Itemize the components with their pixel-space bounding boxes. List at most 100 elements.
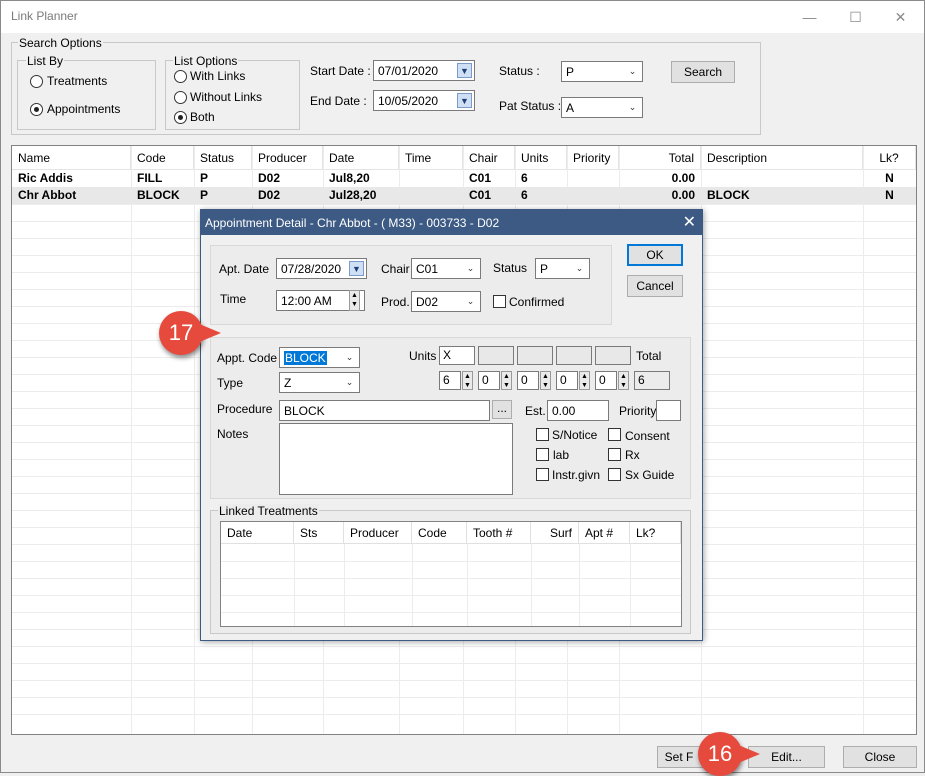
- s-notice-checkbox[interactable]: [536, 428, 549, 441]
- row-chair: C01: [469, 171, 492, 185]
- apt-date-picker[interactable]: 07/28/2020 ▼: [276, 258, 367, 279]
- start-date-label: Start Date :: [310, 64, 371, 78]
- table-row[interactable]: Ric Addis FILL P D02 Jul8,20 C01 6 0.00 …: [12, 170, 916, 187]
- sx-guide-checkbox[interactable]: [608, 468, 621, 481]
- units-stepper-4-arrows[interactable]: ▲ ▼: [579, 371, 590, 390]
- col-status[interactable]: Status: [194, 146, 252, 170]
- chevron-down-icon[interactable]: ▼: [457, 63, 472, 78]
- confirmed-checkbox[interactable]: [493, 295, 506, 308]
- chevron-down-icon[interactable]: ▼: [457, 93, 472, 108]
- both-radio[interactable]: [174, 111, 187, 124]
- units-stepper-3-arrows[interactable]: ▲ ▼: [540, 371, 551, 390]
- col-priority[interactable]: Priority: [567, 146, 619, 170]
- cancel-button[interactable]: Cancel: [627, 275, 683, 297]
- ok-button[interactable]: OK: [627, 244, 683, 266]
- col-code[interactable]: Code: [131, 146, 194, 170]
- row-producer: D02: [258, 171, 281, 185]
- close-icon[interactable]: ✕: [683, 212, 696, 232]
- without-links-radio[interactable]: [174, 91, 187, 104]
- col-lk[interactable]: Lk?: [863, 146, 916, 170]
- units-stepper-2-arrows[interactable]: ▲ ▼: [501, 371, 512, 390]
- type-select[interactable]: Z ⌄: [279, 372, 360, 393]
- table-row[interactable]: Chr Abbot BLOCK P D02 Jul28,20 C01 6 0.0…: [12, 187, 916, 204]
- link-planner-window: Link Planner — ☐ ✕ Search Options List B…: [0, 0, 925, 776]
- row-status: P: [200, 171, 209, 185]
- dialog-status-select[interactable]: P ⌄: [535, 258, 590, 279]
- rx-checkbox[interactable]: [608, 448, 621, 461]
- maximize-icon[interactable]: ☐: [833, 1, 878, 33]
- chevron-down-icon[interactable]: ⌄: [342, 350, 357, 365]
- chevron-down-icon[interactable]: ⌄: [625, 100, 640, 115]
- appt-code-select[interactable]: BLOCK ⌄: [279, 347, 360, 368]
- units-first-value: X: [443, 348, 452, 362]
- with-links-radio[interactable]: [174, 70, 187, 83]
- row-name: Ric Addis: [18, 171, 73, 185]
- lt-col-sts[interactable]: Sts: [294, 522, 344, 544]
- units-stepper-5[interactable]: 0: [595, 371, 617, 390]
- col-description[interactable]: Description: [701, 146, 863, 170]
- units-stepper-2[interactable]: 0: [478, 371, 500, 390]
- procedure-browse-button[interactable]: ...: [492, 400, 512, 419]
- close-window-icon[interactable]: ✕: [878, 1, 923, 33]
- start-date-value: 07/01/2020: [378, 64, 439, 78]
- chair-label: Chair: [381, 262, 410, 276]
- chevron-down-icon[interactable]: ▼: [349, 261, 364, 276]
- lt-col-producer[interactable]: Producer: [344, 522, 412, 544]
- row-producer: D02: [258, 188, 281, 202]
- est-field[interactable]: 0.00: [547, 400, 609, 421]
- dialog-title-bar: Appointment Detail - Chr Abbot - ( M33) …: [201, 210, 702, 235]
- units-total-label: Total: [636, 349, 662, 363]
- minimize-icon[interactable]: —: [787, 1, 832, 33]
- col-chair[interactable]: Chair: [463, 146, 515, 170]
- units-stepper-5-arrows[interactable]: ▲ ▼: [618, 371, 629, 390]
- instr-givn-checkbox[interactable]: [536, 468, 549, 481]
- units-stepper-3[interactable]: 0: [517, 371, 539, 390]
- chevron-down-icon[interactable]: ⌄: [463, 261, 478, 276]
- time-stepper[interactable]: ▲ ▼: [349, 290, 360, 311]
- col-producer[interactable]: Producer: [252, 146, 323, 170]
- lt-col-tooth[interactable]: Tooth #: [467, 522, 531, 544]
- procedure-field[interactable]: BLOCK: [279, 400, 490, 421]
- col-total[interactable]: Total: [619, 146, 701, 170]
- chair-select[interactable]: C01 ⌄: [411, 258, 481, 279]
- treatments-radio[interactable]: [30, 75, 43, 88]
- units-first-field[interactable]: X: [439, 346, 475, 365]
- lt-col-apt[interactable]: Apt #: [579, 522, 630, 544]
- units-stepper-1[interactable]: 6: [439, 371, 461, 390]
- col-units[interactable]: Units: [515, 146, 567, 170]
- lab-checkbox[interactable]: [536, 448, 549, 461]
- notes-textarea[interactable]: [279, 423, 513, 495]
- consent-checkbox[interactable]: [608, 428, 621, 441]
- units-stepper-4[interactable]: 0: [556, 371, 578, 390]
- chevron-down-icon[interactable]: ⌄: [625, 64, 640, 79]
- chevron-down-icon[interactable]: ⌄: [342, 375, 357, 390]
- time-value: 12:00 AM: [281, 294, 332, 308]
- lt-col-date[interactable]: Date: [221, 522, 294, 544]
- priority-field[interactable]: [656, 400, 681, 421]
- appointments-radio[interactable]: [30, 103, 43, 116]
- col-date[interactable]: Date: [323, 146, 399, 170]
- units-stepper-2-value: 0: [482, 373, 489, 387]
- lt-col-lk[interactable]: Lk?: [630, 522, 681, 544]
- end-date-picker[interactable]: 10/05/2020 ▼: [373, 90, 475, 111]
- col-time[interactable]: Time: [399, 146, 463, 170]
- units-stepper-1-arrows[interactable]: ▲ ▼: [462, 371, 473, 390]
- lt-col-surf[interactable]: Surf: [531, 522, 579, 544]
- pat-status-select[interactable]: A ⌄: [561, 97, 643, 118]
- est-label: Est.: [525, 404, 546, 418]
- units-field-5: [595, 346, 631, 365]
- chevron-down-icon[interactable]: ⌄: [572, 261, 587, 276]
- row-time: [399, 170, 411, 172]
- col-name[interactable]: Name: [12, 146, 131, 170]
- prod-value: D02: [416, 295, 439, 309]
- status-select[interactable]: P ⌄: [561, 61, 643, 82]
- prod-select[interactable]: D02 ⌄: [411, 291, 481, 312]
- row-units: 6: [521, 171, 528, 185]
- appt-code-value: BLOCK: [284, 351, 327, 365]
- search-button[interactable]: Search: [671, 61, 735, 83]
- lt-col-code[interactable]: Code: [412, 522, 467, 544]
- row-code: BLOCK: [137, 188, 180, 202]
- chevron-down-icon[interactable]: ⌄: [463, 294, 478, 309]
- close-button[interactable]: Close: [843, 746, 917, 768]
- start-date-picker[interactable]: 07/01/2020 ▼: [373, 60, 475, 81]
